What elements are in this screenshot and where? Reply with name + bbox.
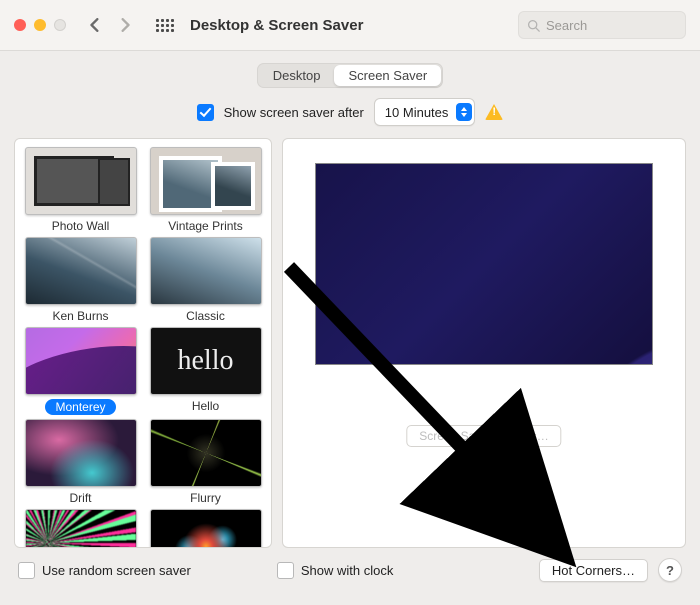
saver-item-arabesque[interactable]: Arabesque	[21, 509, 140, 548]
preview-pane: Screen Saver Options…	[282, 138, 686, 548]
saver-item-hello[interactable]: hello Hello	[146, 327, 265, 415]
thumb-shell	[150, 509, 262, 548]
window-title: Desktop & Screen Saver	[190, 17, 363, 34]
caption-photo-wall: Photo Wall	[52, 219, 110, 233]
search-field[interactable]: Search	[518, 11, 686, 39]
caption-flurry: Flurry	[190, 491, 221, 505]
saver-item-ken-burns[interactable]: Ken Burns	[21, 237, 140, 323]
caption-ken-burns: Ken Burns	[52, 309, 108, 323]
thumb-hello: hello	[150, 327, 262, 395]
forward-button[interactable]	[114, 14, 136, 36]
saver-item-drift[interactable]: Drift	[21, 419, 140, 505]
screen-saver-options-button[interactable]: Screen Saver Options…	[406, 425, 561, 447]
footer-row: Use random screen saver Show with clock …	[0, 548, 700, 582]
window-controls	[14, 19, 66, 31]
saver-item-shell[interactable]: Shell	[146, 509, 265, 548]
thumb-vintage-prints	[150, 147, 262, 215]
thumb-photo-wall	[25, 147, 137, 215]
thumb-drift	[25, 419, 137, 487]
caption-hello: Hello	[192, 399, 219, 413]
zoom-window-button[interactable]	[54, 19, 66, 31]
thumb-monterey	[25, 327, 137, 395]
tab-screen-saver[interactable]: Screen Saver	[334, 65, 441, 86]
tab-group: Desktop Screen Saver	[257, 63, 443, 88]
close-window-button[interactable]	[14, 19, 26, 31]
thumb-ken-burns	[25, 237, 137, 305]
hot-corners-button[interactable]: Hot Corners…	[539, 559, 648, 582]
thumb-classic	[150, 237, 262, 305]
caption-monterey: Monterey	[45, 399, 115, 415]
show-after-row: Show screen saver after 10 Minutes	[0, 94, 700, 138]
nav-buttons	[84, 14, 136, 36]
caption-classic: Classic	[186, 309, 225, 323]
thumb-arabesque	[25, 509, 137, 548]
title-bar: Desktop & Screen Saver Search	[0, 0, 700, 51]
show-after-select[interactable]: 10 Minutes	[374, 98, 476, 126]
caption-drift: Drift	[70, 491, 92, 505]
saver-item-monterey[interactable]: Monterey	[21, 327, 140, 415]
show-after-value: 10 Minutes	[385, 105, 449, 120]
search-placeholder: Search	[546, 18, 587, 33]
thumb-flurry	[150, 419, 262, 487]
clock-label: Show with clock	[301, 563, 393, 578]
warning-icon[interactable]	[485, 104, 503, 120]
search-icon	[527, 19, 540, 32]
select-stepper-icon	[456, 103, 472, 121]
minimize-window-button[interactable]	[34, 19, 46, 31]
saver-item-photo-wall[interactable]: Photo Wall	[21, 147, 140, 233]
tab-desktop[interactable]: Desktop	[259, 65, 335, 86]
saver-item-classic[interactable]: Classic	[146, 237, 265, 323]
caption-vintage-prints: Vintage Prints	[168, 219, 243, 233]
preview-image	[315, 163, 653, 365]
main-area: Photo Wall Vintage Prints Ken Burns Clas…	[0, 138, 700, 548]
help-button[interactable]: ?	[658, 558, 682, 582]
saver-item-flurry[interactable]: Flurry	[146, 419, 265, 505]
clock-checkbox[interactable]	[277, 562, 294, 579]
back-button[interactable]	[84, 14, 106, 36]
saver-grid[interactable]: Photo Wall Vintage Prints Ken Burns Clas…	[14, 138, 272, 548]
random-checkbox[interactable]	[18, 562, 35, 579]
random-label: Use random screen saver	[42, 563, 191, 578]
show-all-prefs-button[interactable]	[154, 14, 176, 36]
show-after-label: Show screen saver after	[224, 105, 364, 120]
saver-item-vintage-prints[interactable]: Vintage Prints	[146, 147, 265, 233]
show-after-checkbox[interactable]	[197, 104, 214, 121]
